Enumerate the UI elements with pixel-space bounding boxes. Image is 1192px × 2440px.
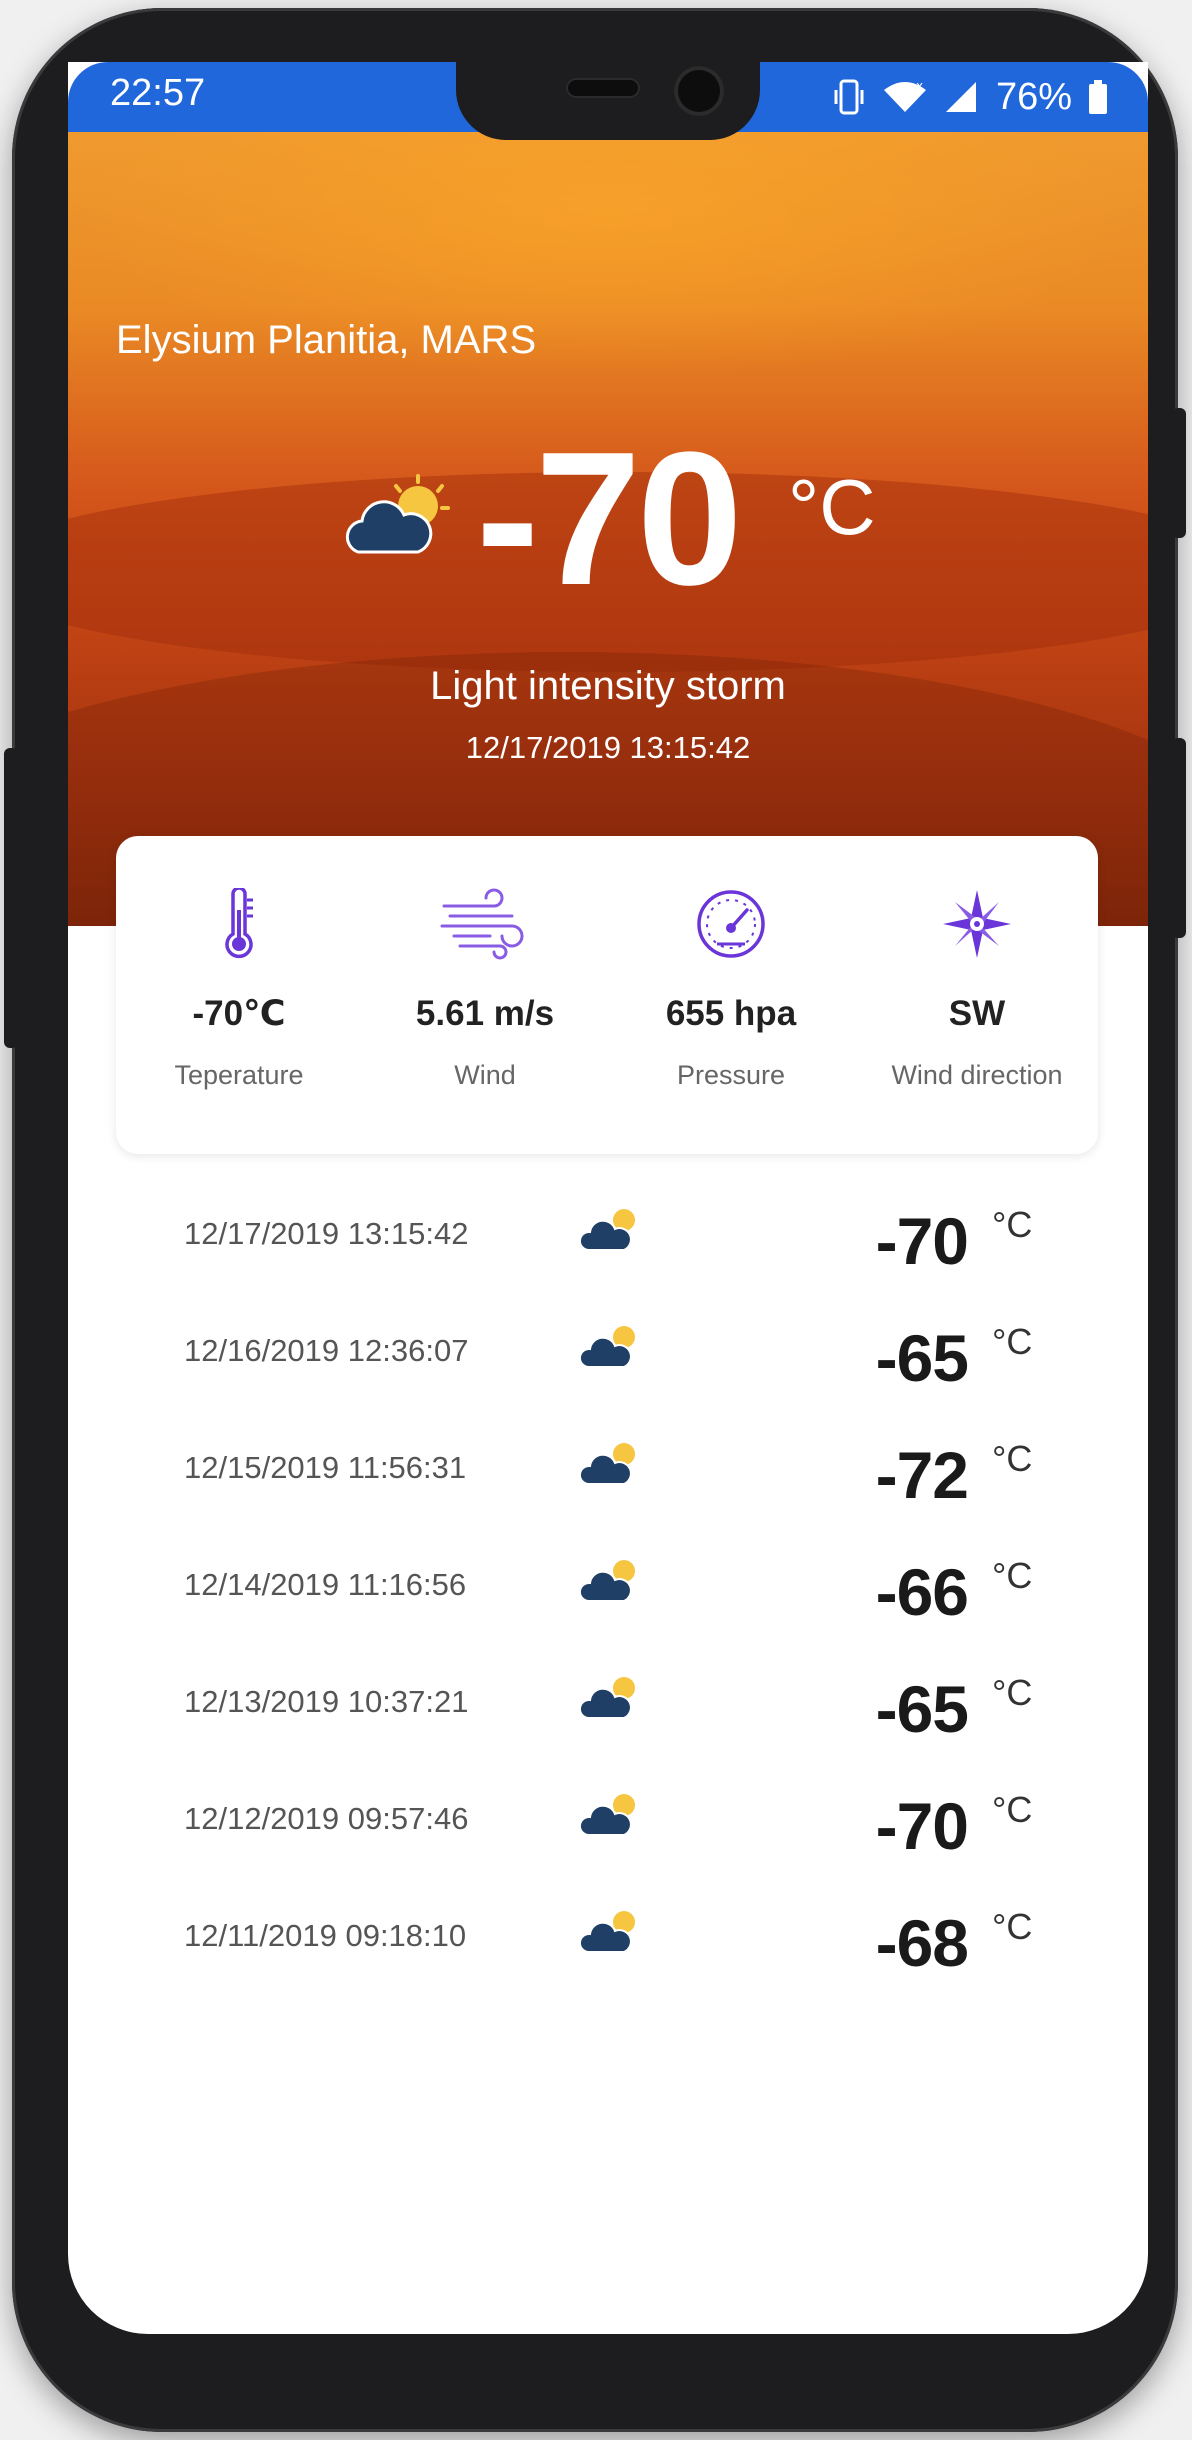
list-item-temperature: -68 bbox=[875, 1906, 969, 1980]
list-item-temperature: -70 bbox=[875, 1789, 969, 1863]
weather-stats-card: -70℃ Teperature 5.61 m/s Wind 655 hpa Pr… bbox=[116, 836, 1098, 1154]
list-item-unit: °C bbox=[992, 1438, 1033, 1479]
status-time: 22:57 bbox=[110, 72, 206, 114]
partly-cloudy-icon bbox=[580, 1560, 635, 1602]
bixby-button bbox=[4, 748, 18, 1048]
battery-icon bbox=[1089, 80, 1107, 114]
stat-wind: 5.61 m/s Wind bbox=[362, 836, 608, 1154]
list-item-date: 12/12/2019 09:57:46 bbox=[184, 1801, 469, 1836]
stat-value: 5.61 m/s bbox=[415, 994, 555, 1033]
wifi-icon: x bbox=[883, 79, 926, 112]
stat-temperature: -70℃ Teperature bbox=[116, 836, 362, 1154]
list-item-date: 12/14/2019 11:16:56 bbox=[184, 1567, 467, 1602]
list-item-unit: °C bbox=[992, 1906, 1033, 1947]
vibrate-icon bbox=[834, 79, 864, 115]
list-item[interactable]: 12/16/2019 12:36:07 -65 °C bbox=[68, 1299, 1148, 1416]
current-temperature: -70 bbox=[476, 413, 743, 625]
list-item-unit: °C bbox=[992, 1672, 1033, 1713]
stat-value: -70℃ bbox=[192, 994, 286, 1033]
list-item-unit: °C bbox=[992, 1789, 1033, 1830]
partly-cloudy-icon bbox=[580, 1677, 635, 1719]
status-icons: x 76% bbox=[832, 70, 1108, 124]
svg-text:x: x bbox=[916, 79, 923, 93]
list-item-unit: °C bbox=[992, 1321, 1033, 1362]
list-item-unit: °C bbox=[992, 1555, 1033, 1596]
volume-button bbox=[1172, 408, 1186, 538]
list-item-temperature: -65 bbox=[875, 1672, 969, 1746]
stat-wind-direction: SW Wind direction bbox=[854, 836, 1100, 1154]
location-title: Elysium Planitia, MARS bbox=[116, 318, 537, 362]
gauge-icon bbox=[697, 890, 765, 958]
list-item[interactable]: 12/13/2019 10:37:21 -65 °C bbox=[68, 1650, 1148, 1767]
list-item-date: 12/13/2019 10:37:21 bbox=[184, 1684, 469, 1719]
stat-label: Pressure bbox=[676, 1060, 786, 1090]
stat-value: SW bbox=[948, 994, 1006, 1033]
earpiece-speaker bbox=[566, 78, 640, 98]
list-item-unit: °C bbox=[992, 1204, 1033, 1245]
list-item-temperature: -70 bbox=[875, 1204, 969, 1278]
list-item[interactable]: 12/12/2019 09:57:46 -70 °C bbox=[68, 1767, 1148, 1884]
list-item-date: 12/11/2019 09:18:10 bbox=[184, 1918, 467, 1953]
list-item-date: 12/16/2019 12:36:07 bbox=[184, 1333, 469, 1368]
stat-label: Wind direction bbox=[891, 1060, 1063, 1090]
weather-hero: Elysium Planitia, MARS -70 °C Light inte… bbox=[68, 132, 1148, 926]
camera-notch bbox=[456, 62, 760, 140]
stat-label: Teperature bbox=[174, 1060, 304, 1090]
wind-icon bbox=[440, 888, 524, 960]
list-item[interactable]: 12/11/2019 09:18:10 -68 °C bbox=[68, 1884, 1148, 2001]
stat-pressure: 655 hpa Pressure bbox=[608, 836, 854, 1154]
partly-cloudy-icon bbox=[580, 1443, 635, 1485]
weather-condition: Light intensity storm bbox=[430, 664, 786, 708]
observation-timestamp: 12/17/2019 13:15:42 bbox=[465, 730, 751, 765]
partly-cloudy-icon bbox=[580, 1326, 635, 1368]
partly-cloudy-icon bbox=[580, 1911, 635, 1953]
thermometer-icon bbox=[225, 888, 253, 959]
partly-cloudy-icon bbox=[580, 1209, 635, 1251]
compass-icon bbox=[943, 890, 1011, 958]
list-item-date: 12/15/2019 11:56:31 bbox=[184, 1450, 467, 1485]
temperature-unit: °C bbox=[788, 463, 876, 551]
battery-percent: 76% bbox=[995, 75, 1072, 118]
list-item-date: 12/17/2019 13:15:42 bbox=[184, 1216, 469, 1251]
phone-frame: Elysium Planitia, MARS -70 °C Light inte… bbox=[4, 8, 1186, 2432]
list-item[interactable]: 12/17/2019 13:15:42 -70 °C bbox=[68, 1182, 1148, 1299]
list-item-temperature: -72 bbox=[875, 1438, 969, 1512]
partly-cloudy-icon bbox=[580, 1794, 635, 1836]
list-item[interactable]: 12/14/2019 11:16:56 -66 °C bbox=[68, 1533, 1148, 1650]
partly-cloudy-icon bbox=[345, 474, 450, 554]
stat-label: Wind bbox=[454, 1060, 516, 1090]
power-button bbox=[1172, 738, 1186, 938]
screen: Elysium Planitia, MARS -70 °C Light inte… bbox=[68, 62, 1148, 2334]
cellular-signal-icon bbox=[945, 82, 976, 112]
stat-value: 655 hpa bbox=[665, 994, 797, 1033]
list-item[interactable]: 12/15/2019 11:56:31 -72 °C bbox=[68, 1416, 1148, 1533]
list-item-temperature: -66 bbox=[875, 1555, 969, 1629]
front-camera bbox=[674, 66, 724, 116]
list-item-temperature: -65 bbox=[875, 1321, 969, 1395]
